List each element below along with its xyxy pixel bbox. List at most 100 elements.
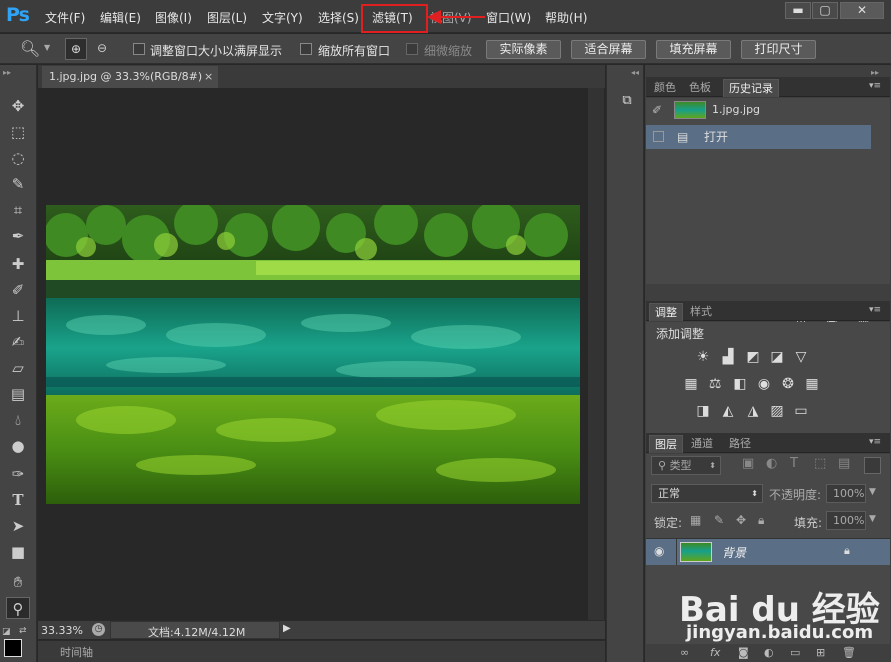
brush-tool-icon[interactable]: ✐ (6, 279, 30, 301)
black-white-icon[interactable]: ◧ (731, 376, 749, 392)
menu-select[interactable]: 选择(S) (318, 9, 359, 26)
eraser-tool-icon[interactable]: ▱ (6, 357, 30, 379)
move-tool-icon[interactable]: ✥ (6, 95, 30, 117)
menu-help[interactable]: 帮助(H) (545, 9, 587, 26)
dodge-tool-icon[interactable]: ● (6, 435, 30, 457)
layer-effects-icon[interactable]: fx (710, 646, 720, 659)
adjustments-panel-menu-icon[interactable]: ▾≡ (869, 305, 881, 315)
exposure-icon[interactable]: ◪ (768, 349, 786, 365)
filter-type-icon[interactable]: T (790, 456, 798, 471)
history-brush-tool-icon[interactable]: ✍ (6, 331, 30, 353)
maximize-button[interactable]: ▢ (812, 2, 838, 19)
photo-filter-icon[interactable]: ◉ (755, 376, 773, 392)
lasso-tool-icon[interactable]: ◌ (6, 147, 30, 169)
default-colors-icon[interactable]: ◪ (2, 627, 11, 637)
opacity-slider-arrow-icon[interactable]: ▼ (869, 487, 876, 497)
filter-shape-icon[interactable]: ⬚ (814, 456, 826, 471)
menu-window[interactable]: 窗口(W) (486, 9, 531, 26)
crop-tool-icon[interactable]: ⌗ (6, 199, 30, 221)
zoom-tool-icon[interactable]: 🔍︎ (20, 39, 40, 58)
history-snapshot-row[interactable]: ✐ 1.jpg.jpg (646, 98, 871, 122)
new-group-icon[interactable]: ▭ (790, 646, 800, 659)
tab-paths[interactable]: 路径 (724, 435, 756, 453)
selective-color-icon[interactable]: ▨ (768, 403, 786, 419)
swap-colors-icon[interactable]: ⇄ (19, 626, 27, 636)
filter-smart-object-icon[interactable]: ▤ (838, 456, 850, 471)
tab-swatches[interactable]: 色板 (684, 79, 716, 97)
lock-all-icon[interactable]: 🔒︎ (758, 513, 764, 528)
menu-file[interactable]: 文件(F) (45, 9, 85, 26)
tab-channels[interactable]: 通道 (686, 435, 718, 453)
menu-type[interactable]: 文字(Y) (262, 9, 303, 26)
tool-preset-dropdown-icon[interactable]: ▼ (44, 43, 50, 52)
menu-edit[interactable]: 编辑(E) (100, 9, 141, 26)
brightness-contrast-icon[interactable]: ☀ (694, 349, 712, 365)
gradient-tool-icon[interactable]: ▤ (6, 383, 30, 405)
healing-brush-tool-icon[interactable]: ✚ (6, 253, 30, 275)
collapse-panels-icon[interactable]: ▸▸ (871, 68, 879, 77)
tab-styles[interactable]: 样式 (685, 303, 717, 321)
link-layers-icon[interactable]: ∞ (680, 646, 689, 659)
marquee-tool-icon[interactable]: ⬚ (6, 121, 30, 143)
blur-tool-icon[interactable]: 💧︎ (6, 409, 30, 431)
color-lookup-icon[interactable]: ▦ (803, 376, 821, 392)
lock-image-icon[interactable]: ✎ (714, 513, 724, 527)
timeline-label[interactable]: 时间轴 (60, 644, 93, 660)
menu-layer[interactable]: 图层(L) (207, 9, 247, 26)
history-state-checkbox[interactable] (653, 131, 664, 142)
tab-layers[interactable]: 图层 (649, 435, 683, 453)
threshold-icon[interactable]: ◮ (744, 403, 762, 419)
filter-pixel-icon[interactable]: ▣ (742, 456, 754, 471)
resize-windows-checkbox[interactable] (133, 43, 145, 55)
new-layer-icon[interactable]: ⊞ (816, 646, 825, 659)
history-panel-menu-icon[interactable]: ▾≡ (869, 81, 881, 91)
layers-panel-menu-icon[interactable]: ▾≡ (869, 437, 881, 447)
lock-transparent-icon[interactable]: ▦ (690, 513, 701, 527)
gradient-map-icon[interactable]: ▭ (792, 403, 810, 419)
curves-icon[interactable]: ◩ (744, 349, 762, 365)
layer-row-background[interactable]: ◉ 背景 🔒︎ (646, 539, 890, 565)
minimize-button[interactable]: ▬ (785, 2, 811, 19)
rectangle-tool-icon[interactable]: ■ (6, 541, 30, 563)
print-size-button[interactable]: 打印尺寸 (741, 40, 816, 59)
path-selection-tool-icon[interactable]: ➤ (6, 515, 30, 537)
blend-mode-dropdown[interactable]: 正常 ⬍ (651, 484, 763, 503)
levels-icon[interactable]: ▟ (719, 349, 737, 365)
vibrance-icon[interactable]: ▽ (792, 349, 810, 365)
history-panel-icon[interactable]: ⧉ (617, 93, 637, 111)
collapse-dock-icon[interactable]: ◂◂ (631, 68, 639, 77)
zoom-tool-selected-icon[interactable]: ⚲ (6, 597, 30, 619)
vertical-scrollbar[interactable] (588, 88, 604, 620)
quick-selection-tool-icon[interactable]: ✎ (6, 173, 30, 195)
collapse-toolbar-icon[interactable]: ▸▸ (3, 68, 11, 77)
opacity-input[interactable]: 100% (826, 484, 866, 503)
scrubby-zoom-checkbox[interactable] (406, 43, 418, 55)
close-document-icon[interactable]: × (204, 66, 213, 88)
hue-saturation-icon[interactable]: ▦ (682, 376, 700, 392)
filter-adjustment-icon[interactable]: ◐ (766, 456, 777, 471)
zoom-in-icon[interactable]: ⊕ (65, 38, 87, 60)
history-state-row[interactable]: ▤ 打开 (646, 125, 871, 149)
tab-color[interactable]: 颜色 (649, 79, 681, 97)
status-menu-arrow-icon[interactable]: ▶ (283, 623, 291, 634)
status-info-icon[interactable]: ◷ (92, 623, 105, 636)
eyedropper-tool-icon[interactable]: ✒ (6, 225, 30, 247)
foreground-color-swatch[interactable] (4, 639, 22, 657)
fit-screen-button[interactable]: 适合屏幕 (571, 40, 646, 59)
invert-icon[interactable]: ◨ (694, 403, 712, 419)
actual-pixels-button[interactable]: 实际像素 (486, 40, 561, 59)
zoom-all-windows-checkbox[interactable] (300, 43, 312, 55)
pen-tool-icon[interactable]: ✑ (6, 463, 30, 485)
hand-tool-icon[interactable]: ✋︎ (6, 571, 30, 593)
lock-position-icon[interactable]: ✥ (736, 513, 746, 527)
visibility-eye-icon[interactable]: ◉ (654, 544, 664, 558)
layer-name[interactable]: 背景 (722, 544, 746, 561)
history-brush-source-icon[interactable]: ✐ (652, 98, 662, 122)
filter-toggle-button[interactable] (864, 457, 881, 474)
clone-stamp-tool-icon[interactable]: ⊥ (6, 305, 30, 327)
color-balance-icon[interactable]: ⚖ (706, 376, 724, 392)
layer-filter-dropdown[interactable]: ⚲ 类型 ⬍ (651, 456, 721, 475)
zoom-out-icon[interactable]: ⊖ (92, 38, 112, 60)
posterize-icon[interactable]: ◭ (719, 403, 737, 419)
fill-screen-button[interactable]: 填充屏幕 (656, 40, 731, 59)
